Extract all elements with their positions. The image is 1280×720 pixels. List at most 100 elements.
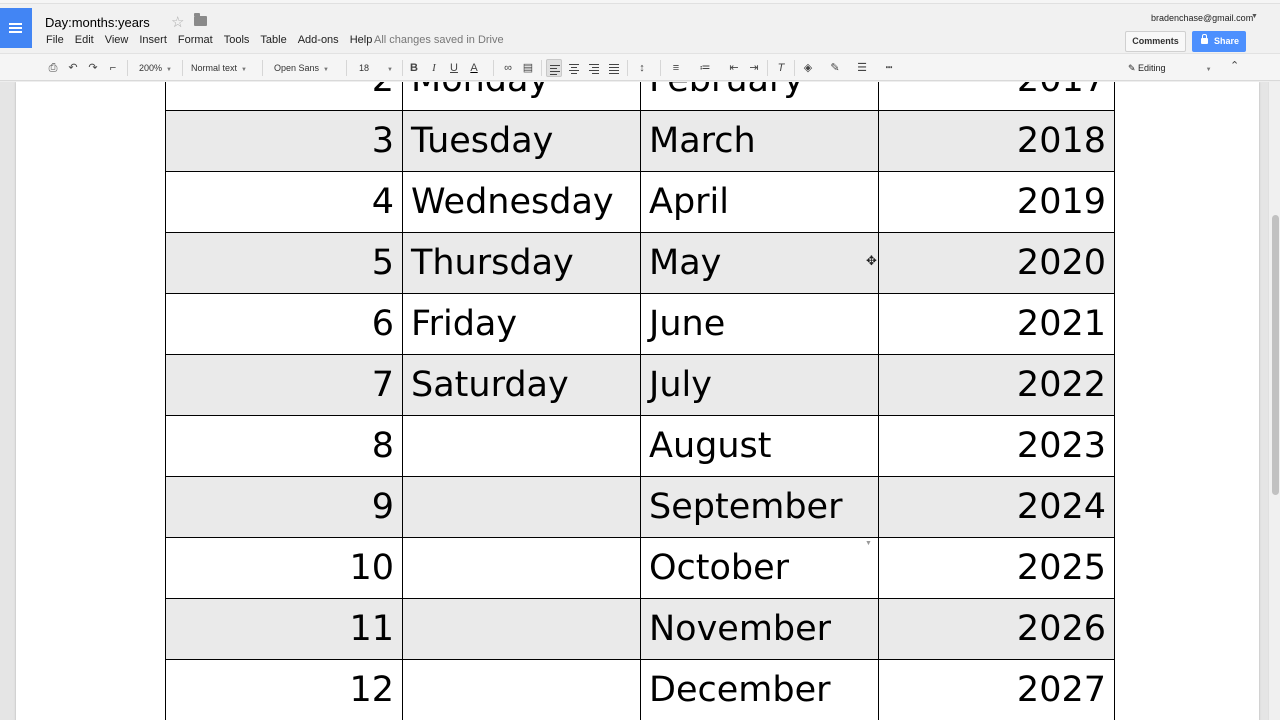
number-cell[interactable]: 11: [165, 598, 403, 660]
month-cell[interactable]: October: [640, 537, 879, 599]
scrollbar-thumb[interactable]: [1272, 215, 1279, 495]
year-cell[interactable]: 2020: [878, 232, 1115, 294]
day-cell[interactable]: Monday: [402, 82, 641, 111]
month-cell[interactable]: September: [640, 476, 879, 538]
year-cell[interactable]: 2024: [878, 476, 1115, 538]
font-size-select[interactable]: 18 ▼: [359, 59, 393, 77]
number-cell[interactable]: 3: [165, 110, 403, 172]
menu-table[interactable]: Table: [260, 34, 286, 46]
highlight-color-icon[interactable]: ◈: [800, 59, 816, 77]
border-color-icon[interactable]: ✎: [827, 59, 843, 77]
number-cell[interactable]: 9: [165, 476, 403, 538]
save-status[interactable]: All changes saved in Drive: [374, 34, 504, 46]
table-row: 6 Friday June 2021: [165, 293, 1115, 355]
underline-icon[interactable]: U: [446, 59, 462, 77]
text-color-icon[interactable]: A: [466, 59, 482, 77]
menu-format[interactable]: Format: [178, 34, 213, 46]
menu-bar: File Edit View Insert Format Tools Table…: [46, 34, 383, 46]
month-cell[interactable]: March: [640, 110, 879, 172]
redo-icon[interactable]: ↷: [85, 59, 101, 77]
month-cell[interactable]: December: [640, 659, 879, 720]
year-cell[interactable]: 2027: [878, 659, 1115, 720]
menu-tools[interactable]: Tools: [224, 34, 250, 46]
justify-icon[interactable]: [606, 59, 622, 77]
clear-formatting-icon[interactable]: T: [773, 59, 789, 77]
menu-edit[interactable]: Edit: [75, 34, 94, 46]
editing-mode-select[interactable]: ✎ Editing ▼: [1128, 59, 1212, 77]
year-cell[interactable]: 2025: [878, 537, 1115, 599]
year-cell[interactable]: 2018: [878, 110, 1115, 172]
line-spacing-icon[interactable]: ↕: [634, 59, 650, 77]
document-title[interactable]: Day:months:years: [45, 15, 150, 30]
menu-help[interactable]: Help: [350, 34, 373, 46]
zoom-select[interactable]: 200% ▼: [139, 59, 172, 77]
align-center-icon[interactable]: [566, 59, 582, 77]
editing-mode-value: Editing: [1138, 63, 1166, 73]
number-cell[interactable]: 7: [165, 354, 403, 416]
undo-icon[interactable]: ↶: [65, 59, 81, 77]
menu-insert[interactable]: Insert: [139, 34, 167, 46]
star-icon[interactable]: ☆: [171, 13, 184, 31]
month-cell[interactable]: August: [640, 415, 879, 477]
paint-format-icon[interactable]: ⌐: [105, 59, 121, 77]
account-caret-icon[interactable]: ▼: [1251, 13, 1258, 20]
day-cell[interactable]: [402, 415, 641, 477]
data-table[interactable]: 2MondayFebruary2017 3TuesdayMarch2018 4Wed…: [165, 82, 1115, 720]
align-left-icon[interactable]: [546, 59, 562, 77]
day-cell[interactable]: Saturday: [402, 354, 641, 416]
style-select[interactable]: Normal text ▼: [191, 59, 247, 77]
number-cell[interactable]: 12: [165, 659, 403, 720]
table-row: 12 December 2027: [165, 659, 1115, 720]
number-cell[interactable]: 8: [165, 415, 403, 477]
chevron-down-icon[interactable]: ▼: [865, 540, 872, 547]
bulleted-list-icon[interactable]: ≔: [697, 59, 713, 77]
comments-button[interactable]: Comments: [1125, 31, 1186, 52]
year-cell[interactable]: 2021: [878, 293, 1115, 355]
day-cell[interactable]: Tuesday: [402, 110, 641, 172]
bold-icon[interactable]: B: [406, 59, 422, 77]
month-cell[interactable]: February: [640, 82, 879, 111]
comment-icon[interactable]: ▤: [520, 59, 536, 77]
day-cell[interactable]: [402, 598, 641, 660]
year-cell[interactable]: 2019: [878, 171, 1115, 233]
number-cell[interactable]: 5: [165, 232, 403, 294]
menu-addons[interactable]: Add-ons: [298, 34, 339, 46]
month-cell[interactable]: June: [640, 293, 879, 355]
day-cell[interactable]: Thursday: [402, 232, 641, 294]
menu-view[interactable]: View: [105, 34, 129, 46]
numbered-list-icon[interactable]: ≡: [668, 59, 684, 77]
border-width-icon[interactable]: ☰: [854, 59, 870, 77]
number-cell[interactable]: 2: [165, 82, 403, 111]
year-cell[interactable]: 2023: [878, 415, 1115, 477]
month-cell[interactable]: July: [640, 354, 879, 416]
day-cell[interactable]: [402, 537, 641, 599]
day-cell[interactable]: Friday: [402, 293, 641, 355]
number-cell[interactable]: 4: [165, 171, 403, 233]
month-cell[interactable]: April: [640, 171, 879, 233]
day-cell[interactable]: [402, 659, 641, 720]
number-cell[interactable]: 6: [165, 293, 403, 355]
border-dash-icon[interactable]: ┅: [881, 59, 897, 77]
day-cell[interactable]: Wednesday: [402, 171, 641, 233]
font-select[interactable]: Open Sans ▼: [274, 59, 329, 77]
folder-icon[interactable]: [194, 13, 207, 26]
link-icon[interactable]: ∞: [500, 59, 516, 77]
collapse-menus-icon[interactable]: ⌃: [1230, 59, 1239, 72]
decrease-indent-icon[interactable]: ⇤: [726, 59, 742, 77]
menu-file[interactable]: File: [46, 34, 64, 46]
year-cell[interactable]: 2022: [878, 354, 1115, 416]
year-cell[interactable]: 2017: [878, 82, 1115, 111]
docs-logo-icon[interactable]: [0, 8, 32, 48]
day-cell[interactable]: [402, 476, 641, 538]
year-cell[interactable]: 2026: [878, 598, 1115, 660]
vertical-scrollbar[interactable]: [1268, 82, 1280, 720]
print-icon[interactable]: ⎙: [45, 59, 61, 77]
number-cell[interactable]: 10: [165, 537, 403, 599]
align-right-icon[interactable]: [586, 59, 602, 77]
share-button[interactable]: Share: [1192, 31, 1246, 52]
month-cell[interactable]: November: [640, 598, 879, 660]
italic-icon[interactable]: I: [426, 59, 442, 77]
month-cell[interactable]: May: [640, 232, 879, 294]
increase-indent-icon[interactable]: ⇥: [746, 59, 762, 77]
account-email[interactable]: bradenchase@gmail.com: [1151, 13, 1253, 23]
